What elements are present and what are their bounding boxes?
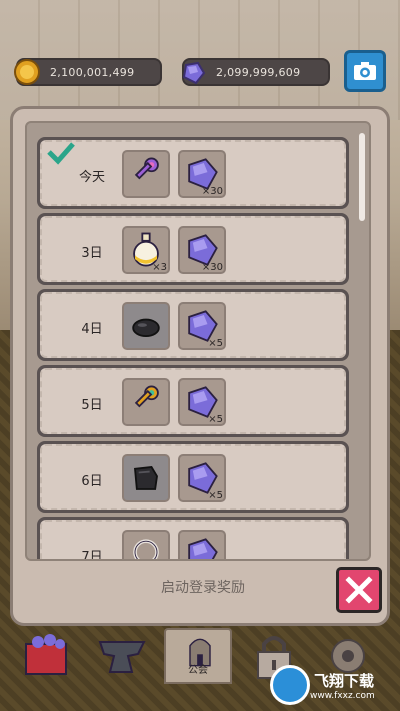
dark-cloth-icon [134, 466, 158, 490]
reward-row-day3[interactable]: 3日 ×3 ×30 [37, 213, 349, 285]
reward-slot [122, 530, 170, 559]
reward-slot: ×3 [122, 226, 170, 274]
reward-row-day5[interactable]: 5日 ×5 [37, 365, 349, 437]
anvil-icon [98, 641, 146, 673]
reward-quantity: ×5 [208, 338, 223, 349]
reward-slot [122, 302, 170, 350]
day-label: 7日 [81, 550, 103, 561]
reward-quantity: ×5 [208, 490, 223, 501]
watermark-logo-icon [270, 665, 310, 705]
ore-rock-icon [132, 318, 160, 337]
scrollbar[interactable] [359, 133, 365, 221]
purple-gem-icon [188, 538, 218, 559]
reward-row-day4[interactable]: 4日 ×5 [37, 289, 349, 361]
gold-key-icon [134, 385, 159, 408]
day-label: 6日 [81, 474, 103, 489]
close-icon [345, 576, 373, 604]
reward-slot [122, 378, 170, 426]
rewards-list[interactable]: 今天 ×30 3日 ×3 ×30 4日 ×5 5日 ×5 6日 ×5 7日 [25, 121, 371, 561]
day-label: 今天 [78, 170, 105, 185]
reward-row-day7[interactable]: 7日 [37, 517, 349, 561]
reward-quantity: ×30 [201, 262, 223, 273]
reward-slot: ×5 [178, 378, 226, 426]
gold-amount: 2,100,001,499 [50, 65, 135, 79]
reward-row-today[interactable]: 今天 ×30 [37, 137, 349, 209]
login-rewards-panel: 今天 ×30 3日 ×3 ×30 4日 ×5 5日 ×5 6日 ×5 7日 启动… [10, 106, 390, 626]
reward-row-day6[interactable]: 6日 ×5 [37, 441, 349, 513]
tab-treasure[interactable] [16, 628, 84, 684]
day-label: 4日 [81, 322, 103, 337]
camera-button[interactable] [344, 50, 386, 92]
gem-icon [182, 61, 206, 85]
tab-anvil[interactable] [88, 628, 156, 684]
reward-quantity: ×5 [208, 414, 223, 425]
reward-slot: ×5 [178, 302, 226, 350]
gem-counter: 2,099,999,609 [182, 58, 330, 86]
reward-quantity: ×30 [201, 186, 223, 197]
check-icon [47, 142, 75, 165]
site-watermark: 飞翔下载 www.fxxz.com [270, 664, 392, 706]
reward-slot [122, 150, 170, 198]
gem-amount: 2,099,999,609 [216, 65, 301, 79]
purple-key-icon [134, 157, 159, 180]
gold-counter: 2,100,001,499 [14, 58, 162, 86]
day-label: 3日 [81, 246, 103, 261]
watermark-title: 飞翔下载 [314, 671, 375, 690]
chain-ring-icon [133, 539, 159, 559]
reward-slot: ×5 [178, 454, 226, 502]
reward-quantity: ×3 [152, 262, 167, 273]
reward-slot: ×30 [178, 226, 226, 274]
gold-coin-icon [14, 59, 40, 85]
close-button[interactable] [336, 567, 382, 613]
reward-slot: ×30 [178, 150, 226, 198]
camera-icon [354, 62, 376, 80]
treasure-chest-icon [25, 634, 67, 675]
reward-slot [178, 530, 226, 559]
tab-guild[interactable]: 公会 [164, 628, 232, 684]
reward-slot [122, 454, 170, 502]
day-label: 5日 [81, 398, 103, 413]
watermark-url: www.fxxz.com [310, 690, 375, 701]
tab-guild-label: 公会 [188, 665, 208, 676]
